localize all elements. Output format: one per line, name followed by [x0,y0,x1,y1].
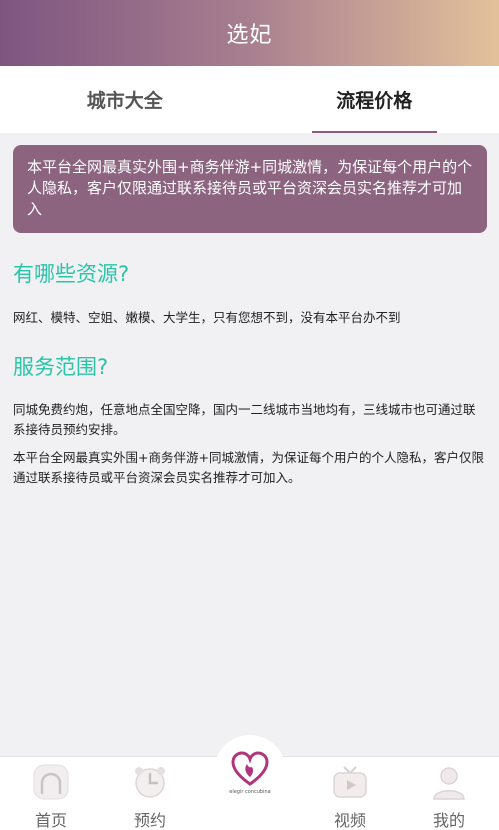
tab-bar: 城市大全 流程价格 [0,66,499,133]
section-paragraph: 同城免费约炮，任意地点全国空降，国内一二线城市当地均有，三线城市也可通过联系接待… [13,402,476,437]
center-logo-button[interactable]: elegir concubina [214,735,286,807]
section-title-service-scope: 服务范围? [13,355,109,379]
notice-banner: 本平台全网最真实外围+商务伴游+同城激情，为保证每个用户的个人隐私，客户仅限通过… [13,145,487,233]
section-paragraph: 网红、模特、空姐、嫩模、大学生，只有您想不到，没有本平台办不到 [13,310,401,325]
logo-text: elegir concubina [229,789,271,795]
active-tab-indicator [311,131,437,133]
nav-item-mine[interactable]: 我的 [414,757,484,830]
page-title: 选妃 [226,23,273,48]
alarm-clock-icon [135,767,165,798]
heart-logo-icon [231,751,269,786]
nav-label: 预约 [133,811,166,830]
notice-text: 本平台全网最真实外围+商务伴游+同城激情，为保证每个用户的个人隐私，客户仅限通过… [27,158,473,218]
nav-item-home[interactable]: 首页 [16,757,86,830]
nav-item-video[interactable]: 视频 [315,757,385,830]
nav-label: 首页 [34,811,67,830]
section-title-resources: 有哪些资源? [13,262,130,286]
tv-icon [333,766,367,798]
nav-label: 我的 [432,811,465,830]
user-icon [433,767,465,800]
tab-city-list[interactable]: 城市大全 [0,66,250,133]
home-icon [33,764,69,800]
tab-process-price[interactable]: 流程价格 [250,66,499,133]
tab-city-list-label: 城市大全 [86,90,163,112]
top-header: 选妃 [0,0,499,66]
nav-label: 视频 [333,811,366,830]
section-paragraph: 本平台全网最真实外围+商务伴游+同城激情，为保证每个用户的个人隐私，客户仅限通过… [13,450,484,485]
nav-item-booking[interactable]: 预约 [115,757,185,830]
tab-process-price-label: 流程价格 [336,90,413,112]
